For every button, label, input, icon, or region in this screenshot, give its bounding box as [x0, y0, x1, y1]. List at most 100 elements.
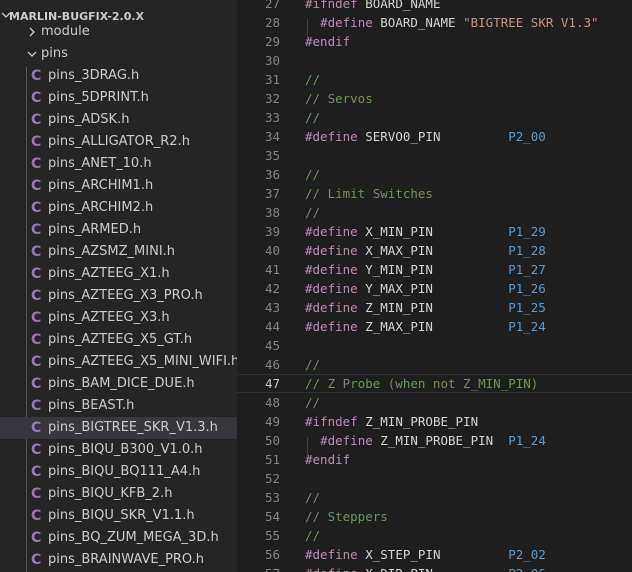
code-token: //: [305, 167, 321, 182]
file-item[interactable]: Cpins_AZTEEG_X1.h: [0, 263, 237, 285]
file-item[interactable]: Cpins_AZTEEG_X5_MINI_WIFI.h: [0, 351, 237, 373]
code-line[interactable]: 48 //: [237, 393, 632, 412]
c-file-icon: C: [31, 266, 42, 282]
file-label: pins_AZTEEG_X5_MINI_WIFI.h: [48, 354, 237, 369]
file-item[interactable]: Cpins_BEAST.h: [0, 395, 237, 417]
code-line[interactable]: 29 #endif: [237, 32, 632, 51]
file-item[interactable]: Cpins_AZTEEG_X5_GT.h: [0, 329, 237, 351]
code-line[interactable]: 56 #define X_STEP_PIN P2_02: [237, 545, 632, 564]
c-file-icon: C: [31, 552, 42, 568]
code-token: #define: [305, 547, 358, 562]
code-line[interactable]: 43 #define Z_MIN_PIN P1_25: [237, 298, 632, 317]
code-line[interactable]: 52: [237, 469, 632, 488]
file-item[interactable]: Cpins_AZSMZ_MINI.h: [0, 241, 237, 263]
folder-label: pins: [41, 46, 68, 61]
code-text: #define BOARD_NAME "BIGTREE SKR V1.3": [305, 13, 599, 32]
code-line[interactable]: 45: [237, 336, 632, 355]
code-line[interactable]: 27 #ifndef BOARD_NAME: [237, 0, 632, 13]
file-item[interactable]: Cpins_BAM_DICE_DUE.h: [0, 373, 237, 395]
file-item[interactable]: Cpins_ARMED.h: [0, 219, 237, 241]
code-text: //: [305, 393, 320, 412]
file-item[interactable]: Cpins_BIQU_KFB_2.h: [0, 483, 237, 505]
code-token: Z_MIN_PROBE_PIN: [357, 414, 479, 429]
code-token: //: [305, 72, 321, 87]
line-number: 29: [264, 34, 280, 49]
code-line[interactable]: 28 #define BOARD_NAME "BIGTREE SKR V1.3": [237, 13, 632, 32]
code-line[interactable]: 34 #define SERVO0_PIN P2_00: [237, 127, 632, 146]
code-token: "BIGTREE SKR V1.3": [463, 15, 599, 30]
code-line[interactable]: 44 #define Z_MAX_PIN P1_24: [237, 317, 632, 336]
code-token: //: [305, 490, 321, 505]
code-line[interactable]: 36 //: [237, 165, 632, 184]
code-token: //: [305, 395, 321, 410]
file-item[interactable]: Cpins_5DPRINT.h: [0, 87, 237, 109]
file-label: pins_5DPRINT.h: [48, 90, 149, 105]
file-item[interactable]: Cpins_ALLIGATOR_R2.h: [0, 131, 237, 153]
file-item[interactable]: Cpins_BIQU_B300_V1.0.h: [0, 439, 237, 461]
code-line[interactable]: 55 //: [237, 526, 632, 545]
file-item[interactable]: Cpins_BIGTREE_SKR_V1.3.h: [0, 417, 237, 439]
code-line[interactable]: 47 // Z Probe (when not Z_MIN_PIN): [237, 374, 632, 393]
code-text: #define Y_MIN_PIN P1_27: [305, 260, 546, 279]
code-editor[interactable]: 27 #ifndef BOARD_NAME 28 #define BOARD_NAM…: [237, 0, 632, 572]
line-number: 49: [264, 414, 280, 429]
file-item[interactable]: Cpins_ADSK.h: [0, 109, 237, 131]
code-line[interactable]: 30: [237, 51, 632, 70]
c-file-icon: C: [31, 68, 42, 84]
code-text: #define X_MIN_PIN P1_29: [305, 222, 546, 241]
line-number: 31: [264, 72, 280, 87]
code-token: X_DIR_PIN: [358, 566, 509, 572]
file-label: pins_AZTEEG_X1.h: [48, 266, 170, 281]
file-item[interactable]: Cpins_BIQU_BQ111_A4.h: [0, 461, 237, 483]
file-item[interactable]: Cpins_BIQU_SKR_V1.1.h: [0, 505, 237, 527]
code-line[interactable]: 42 #define Y_MAX_PIN P1_26: [237, 279, 632, 298]
code-token: #define: [305, 243, 358, 258]
file-label: pins_AZTEEG_X5_GT.h: [48, 332, 193, 347]
code-line[interactable]: 53 //: [237, 488, 632, 507]
code-line[interactable]: 51 #endif: [237, 450, 632, 469]
code-text: //: [305, 488, 320, 507]
line-number: 50: [264, 433, 280, 448]
code-token: //: [305, 357, 321, 372]
code-line[interactable]: 40 #define X_MAX_PIN P1_28: [237, 241, 632, 260]
code-line[interactable]: 49 #ifndef Z_MIN_PROBE_PIN: [237, 412, 632, 431]
file-item[interactable]: Cpins_AZTEEG_X3_PRO.h: [0, 285, 237, 307]
line-number: 42: [264, 281, 280, 296]
code-token: P2_06: [508, 566, 546, 572]
code-token: #endif: [305, 34, 351, 49]
code-line[interactable]: 39 #define X_MIN_PIN P1_29: [237, 222, 632, 241]
code-line[interactable]: 35: [237, 146, 632, 165]
code-token: P1_27: [508, 262, 546, 277]
code-line[interactable]: 50 #define Z_MIN_PROBE_PIN P1_24: [237, 431, 632, 450]
file-item[interactable]: Cpins_ARCHIM2.h: [0, 197, 237, 219]
file-item[interactable]: Cpins_AZTEEG_X3.h: [0, 307, 237, 329]
file-item[interactable]: Cpins_ANET_10.h: [0, 153, 237, 175]
code-line[interactable]: 57 #define X_DIR_PIN P2_06: [237, 564, 632, 572]
code-line[interactable]: 31 //: [237, 70, 632, 89]
code-token: //: [305, 528, 321, 543]
line-number: 43: [264, 300, 280, 315]
code-line[interactable]: 38 //: [237, 203, 632, 222]
chevron-right-icon: [29, 27, 35, 37]
folder-module[interactable]: module: [0, 21, 237, 43]
code-text: // Z Probe (when not Z_MIN_PIN): [305, 374, 538, 393]
file-item[interactable]: Cpins_3DRAG.h: [0, 65, 237, 87]
code-token: Y_MAX_PIN: [357, 281, 509, 296]
code-token: X_MAX_PIN: [357, 243, 509, 258]
code-line[interactable]: 32 // Servos: [237, 89, 632, 108]
c-file-icon: C: [31, 156, 42, 172]
code-line[interactable]: 46 //: [237, 355, 632, 374]
file-item[interactable]: Cpins_BQ_ZUM_MEGA_3D.h: [0, 527, 237, 549]
code-line[interactable]: 54 // Steppers: [237, 507, 632, 526]
file-item[interactable]: Cpins_ARCHIM1.h: [0, 175, 237, 197]
file-item[interactable]: Cpins_BRAINWAVE_PRO.h: [0, 549, 237, 571]
folder-pins[interactable]: pins: [0, 43, 237, 65]
code-line[interactable]: 33 //: [237, 108, 632, 127]
line-number: 57: [237, 564, 280, 572]
code-line[interactable]: 37 // Limit Switches: [237, 184, 632, 203]
line-number: 36: [264, 167, 280, 182]
c-file-icon: C: [31, 442, 42, 458]
code-line[interactable]: 41 #define Y_MIN_PIN P1_27: [237, 260, 632, 279]
file-label: pins_BRAINWAVE_PRO.h: [48, 552, 205, 567]
